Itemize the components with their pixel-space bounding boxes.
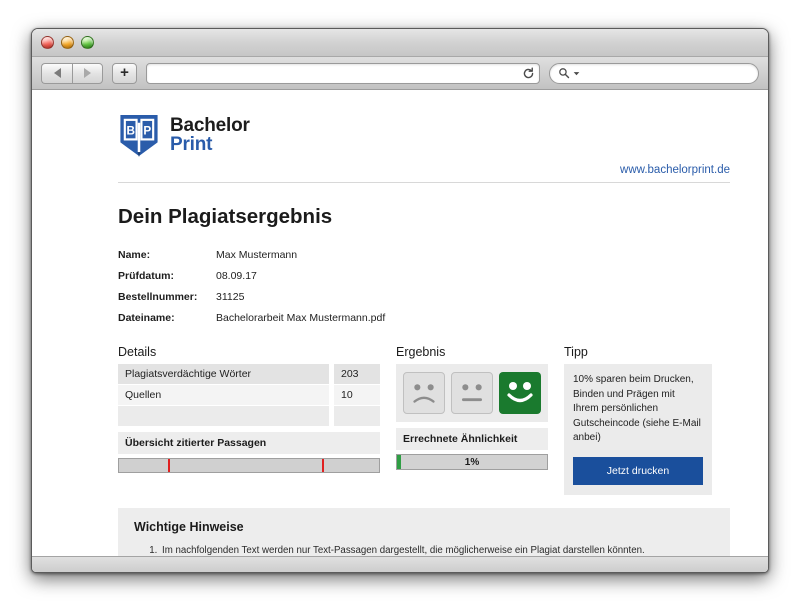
chevron-down-icon[interactable]	[573, 70, 580, 77]
table-row	[118, 406, 380, 426]
passage-marker	[168, 459, 170, 472]
meta-key: Prüfdatum:	[118, 270, 216, 291]
passage-marker	[322, 459, 324, 472]
triangle-left-icon	[54, 68, 61, 78]
important-notes-list: Im nachfolgenden Text werden nur Text-Pa…	[134, 544, 714, 557]
meta-key: Bestellnummer:	[118, 291, 216, 312]
result-faces	[396, 364, 548, 422]
forward-button[interactable]	[72, 63, 103, 84]
magnifier-icon	[558, 67, 570, 79]
detail-label: Plagiatsverdächtige Wörter	[118, 364, 329, 384]
summary-columns: Details Plagiatsverdächtige Wörter 203 Q…	[118, 345, 730, 495]
passages-overview-heading: Übersicht zitierter Passagen	[118, 432, 380, 454]
page-content: B P Bachelor Print www.bachelorprint.de …	[32, 91, 768, 556]
meta-key: Name:	[118, 249, 216, 270]
triangle-right-icon	[84, 68, 91, 78]
meta-row-date: Prüfdatum: 08.09.17	[118, 270, 385, 291]
neutral-face-icon	[451, 372, 493, 414]
logo-line-print: Print	[170, 135, 250, 154]
meta-row-order-number: Bestellnummer: 31125	[118, 291, 385, 312]
print-now-button[interactable]: Jetzt drucken	[573, 457, 703, 485]
meta-key: Dateiname:	[118, 312, 216, 333]
minimize-window-button[interactable]	[61, 36, 74, 49]
detail-value	[334, 406, 380, 426]
meta-value: 31125	[216, 291, 385, 312]
similarity-progress-bar: 1%	[396, 454, 548, 470]
happy-face-icon	[499, 372, 541, 414]
meta-row-name: Name: Max Mustermann	[118, 249, 385, 270]
svg-text:P: P	[143, 125, 151, 138]
close-window-button[interactable]	[41, 36, 54, 49]
meta-value: Bachelorarbeit Max Mustermann.pdf	[216, 312, 385, 333]
similarity-heading: Errechnete Ähnlichkeit	[396, 428, 548, 450]
tipp-column: Tipp 10% sparen beim Drucken, Binden und…	[564, 345, 712, 495]
meta-row-filename: Dateiname: Bachelorarbeit Max Mustermann…	[118, 312, 385, 333]
details-table: Plagiatsverdächtige Wörter 203 Quellen 1…	[118, 364, 380, 426]
search-input[interactable]	[549, 63, 759, 84]
detail-label: Quellen	[118, 385, 329, 405]
site-header: B P Bachelor Print	[118, 113, 730, 158]
maximize-window-button[interactable]	[81, 36, 94, 49]
order-metadata-table: Name: Max Mustermann Prüfdatum: 08.09.17…	[118, 249, 385, 333]
navigation-buttons	[41, 63, 103, 84]
ergebnis-column: Ergebnis	[396, 345, 548, 495]
back-button[interactable]	[41, 63, 72, 84]
tipp-heading: Tipp	[564, 345, 712, 359]
svg-text:B: B	[126, 125, 134, 138]
header-divider	[118, 182, 730, 183]
bachelorprint-logo-icon: B P	[118, 113, 160, 158]
ergebnis-heading: Ergebnis	[396, 345, 548, 359]
table-row: Quellen 10	[118, 385, 380, 405]
list-item: Im nachfolgenden Text werden nur Text-Pa…	[160, 544, 714, 557]
window-titlebar	[32, 29, 768, 57]
browser-window: +	[31, 28, 769, 573]
detail-value: 10	[334, 385, 380, 405]
passages-overview-bar	[118, 458, 380, 473]
tipp-box: 10% sparen beim Drucken, Binden und Präg…	[564, 364, 712, 495]
browser-toolbar: +	[32, 57, 768, 90]
page-title: Dein Plagiatsergebnis	[118, 205, 730, 229]
window-controls	[41, 36, 94, 49]
site-url-link[interactable]: www.bachelorprint.de	[118, 164, 730, 176]
sad-face-icon	[403, 372, 445, 414]
page-viewport: B P Bachelor Print www.bachelorprint.de …	[32, 91, 768, 556]
meta-value: Max Mustermann	[216, 249, 385, 270]
browser-status-bar	[32, 556, 768, 572]
detail-value: 203	[334, 364, 380, 384]
logo-line-bachelor: Bachelor	[170, 116, 250, 135]
meta-value: 08.09.17	[216, 270, 385, 291]
details-heading: Details	[118, 345, 380, 359]
detail-label	[118, 406, 329, 426]
address-bar[interactable]	[146, 63, 540, 84]
similarity-percent-label: 1%	[465, 457, 479, 468]
important-notes-box: Wichtige Hinweise Im nachfolgenden Text …	[118, 508, 730, 557]
important-notes-heading: Wichtige Hinweise	[134, 520, 714, 534]
logo-wordmark: Bachelor Print	[170, 116, 250, 155]
reload-icon	[522, 67, 535, 80]
tipp-text: 10% sparen beim Drucken, Binden und Präg…	[573, 373, 703, 446]
details-column: Details Plagiatsverdächtige Wörter 203 Q…	[118, 345, 380, 495]
new-tab-button[interactable]: +	[112, 63, 137, 84]
table-row: Plagiatsverdächtige Wörter 203	[118, 364, 380, 384]
reload-button[interactable]	[522, 64, 535, 83]
similarity-progress-fill	[397, 455, 401, 469]
